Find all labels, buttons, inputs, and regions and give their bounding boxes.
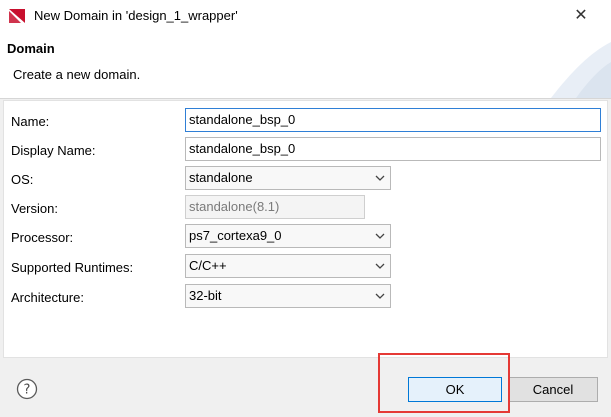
version-label: Version: (11, 201, 58, 216)
close-icon[interactable]: ✕ (571, 5, 591, 25)
supported-runtimes-label: Supported Runtimes: (11, 260, 134, 275)
processor-select-value: ps7_cortexa9_0 (189, 228, 282, 243)
os-select[interactable]: standalone (185, 166, 391, 190)
display-name-label: Display Name: (11, 143, 96, 158)
help-button[interactable]: ? (16, 378, 38, 400)
banner-decoration-icon (551, 42, 611, 98)
display-name-input[interactable]: standalone_bsp_0 (185, 137, 601, 161)
architecture-select-value: 32-bit (189, 288, 222, 303)
name-input[interactable]: standalone_bsp_0 (185, 108, 601, 132)
os-label: OS: (11, 172, 34, 187)
header-divider (0, 98, 611, 99)
supported-runtimes-select-value: C/C++ (189, 258, 227, 273)
processor-select[interactable]: ps7_cortexa9_0 (185, 224, 391, 248)
processor-label: Processor: (11, 230, 74, 245)
supported-runtimes-select[interactable]: C/C++ (185, 254, 391, 278)
version-field: standalone(8.1) (185, 195, 365, 219)
chevron-down-icon (375, 263, 385, 269)
chevron-down-icon (375, 233, 385, 239)
title-bar: New Domain in 'design_1_wrapper' ✕ (0, 0, 611, 32)
name-label: Name: (11, 114, 50, 129)
app-logo-icon (9, 9, 25, 23)
architecture-label: Architecture: (11, 290, 84, 305)
chevron-down-icon (375, 293, 385, 299)
cancel-button[interactable]: Cancel (508, 377, 598, 402)
page-title: Domain (7, 41, 55, 56)
header-banner: Domain Create a new domain. (0, 32, 611, 98)
chevron-down-icon (375, 175, 385, 181)
os-select-value: standalone (189, 170, 253, 185)
help-glyph: ? (24, 383, 31, 398)
ok-button[interactable]: OK (408, 377, 502, 402)
window-title: New Domain in 'design_1_wrapper' (34, 8, 238, 23)
help-icon: ? (16, 378, 38, 400)
architecture-select[interactable]: 32-bit (185, 284, 391, 308)
page-description: Create a new domain. (13, 67, 141, 82)
